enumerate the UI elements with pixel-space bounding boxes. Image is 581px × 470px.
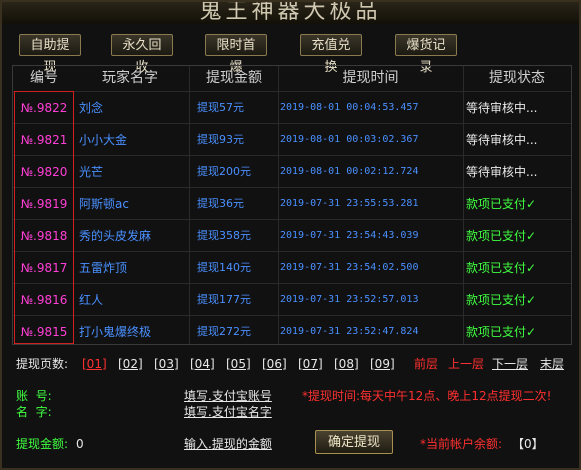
withdraw-window: 鬼王神器大极品 自助提现 永久回收 限时首爆 充值兑换 爆货记录 编号 玩家名字… [0, 0, 581, 470]
withdraw-status: 等待审核中... [466, 133, 538, 147]
page-link[interactable]: [01] [82, 356, 107, 372]
page-link[interactable]: [06] [262, 356, 287, 372]
withdraw-amount: 提现272元 [197, 325, 251, 338]
number-highlight-box [14, 91, 74, 344]
table-row: №.9819 阿斯顿ac 提现36元 2019-07-31 23:55:53.281 款… [13, 187, 571, 220]
player-name: 刘念 [79, 101, 104, 115]
permanent-recycle-button[interactable]: 永久回收 [111, 34, 173, 75]
player-name: 阿斯顿ac [79, 197, 129, 211]
withdraw-time: 2019-08-01 00:02:12.724 [280, 166, 419, 177]
withdraw-time: 2019-07-31 23:54:02.500 [280, 262, 419, 273]
account-label: 账 号: [16, 389, 52, 403]
first-page-link[interactable]: 前层 [414, 356, 438, 372]
withdraw-time: 2019-07-31 23:54:43.039 [280, 230, 419, 241]
table-row: №.9818 秀的头皮发麻 提现358元 2019-07-31 23:54:43.03… [13, 219, 571, 252]
page-link[interactable]: [08] [334, 356, 359, 372]
header-amount: 提现金额 [206, 70, 262, 86]
player-name: 秀的头皮发麻 [79, 229, 152, 243]
header-time: 提现时间 [342, 70, 399, 86]
title-bar: 鬼王神器大极品 [2, 2, 579, 24]
withdraw-status: 款项已支付✓ [466, 229, 537, 243]
withdraw-time: 2019-07-31 23:52:57.013 [280, 294, 419, 305]
withdraw-table: 编号 玩家名字 提现金额 提现时间 提现状态 №.9822 刘念 提现57元 2019… [12, 65, 572, 345]
withdraw-amount: 提现57元 [197, 101, 244, 114]
drop-records-button[interactable]: 爆货记录 [395, 34, 457, 75]
withdraw-amount: 提现200元 [197, 165, 251, 178]
withdraw-amount: 提现358元 [197, 229, 251, 242]
player-name: 五雷炸顶 [79, 261, 128, 275]
table-row: №.9820 光芒 提现200元 2019-08-01 00:02:12.724 等待审… [13, 155, 571, 188]
prev-page-link[interactable]: 上一层 [448, 356, 484, 372]
withdraw-amount: 提现36元 [197, 197, 244, 210]
withdraw-status: 款项已支付✓ [466, 325, 537, 339]
player-name: 小小大金 [79, 133, 128, 147]
player-name: 红人 [79, 293, 104, 307]
withdraw-status: 等待审核中... [466, 165, 538, 179]
player-name: 打小鬼爆终极 [79, 325, 152, 339]
limited-first-drop-button[interactable]: 限时首爆 [205, 34, 267, 75]
amount-label: 提现金额: [16, 437, 69, 451]
pager-label: 提现页数: [16, 357, 69, 371]
header-status: 提现状态 [489, 70, 545, 86]
amount-value[interactable]: 0 [76, 436, 84, 452]
withdraw-status: 等待审核中... [466, 101, 538, 115]
header-number: 编号 [30, 70, 58, 86]
table-row: №.9816 红人 提现177元 2019-07-31 23:52:57.013 款项已… [13, 283, 571, 316]
confirm-withdraw-button[interactable]: 确定提现 [315, 430, 393, 454]
table-row: №.9817 五雷炸顶 提现140元 2019-07-31 23:54:02.500 款… [13, 251, 571, 284]
input-amount-link[interactable]: 输入.提现的金额 [184, 436, 272, 452]
page-link[interactable]: [03] [154, 356, 179, 372]
fill-alipay-name-link[interactable]: 填写.支付宝名字 [184, 404, 272, 420]
page-link[interactable]: [05] [226, 356, 251, 372]
withdraw-status: 款项已支付✓ [466, 261, 537, 275]
page-link[interactable]: [09] [370, 356, 395, 372]
self-withdraw-button[interactable]: 自助提现 [19, 34, 81, 75]
next-page-link[interactable]: 下一层 [492, 356, 528, 372]
recharge-exchange-button[interactable]: 充值兑换 [300, 34, 362, 75]
withdraw-time: 2019-08-01 00:04:53.457 [280, 102, 419, 113]
header-player-name: 玩家名字 [102, 70, 158, 86]
table-row: №.9822 刘念 提现57元 2019-08-01 00:04:53.457 等待审核… [13, 91, 571, 124]
balance-value: 【0】 [512, 437, 544, 451]
withdraw-time-note: *提现时间:每天中午12点、晚上12点提现二次! [302, 389, 552, 403]
withdraw-status: 款项已支付✓ [466, 197, 537, 211]
withdraw-time: 2019-07-31 23:52:47.824 [280, 326, 419, 337]
withdraw-status: 款项已支付✓ [466, 293, 537, 307]
player-name: 光芒 [79, 165, 104, 179]
withdraw-amount: 提现140元 [197, 261, 251, 274]
withdraw-amount: 提现177元 [197, 293, 251, 306]
fill-alipay-account-link[interactable]: 填写.支付宝账号 [184, 388, 272, 404]
withdraw-time: 2019-08-01 00:03:02.367 [280, 134, 419, 145]
name-label: 名 字: [16, 405, 52, 419]
window-title: 鬼王神器大极品 [199, 2, 382, 24]
table-row: №.9815 打小鬼爆终极 提现272元 2019-07-31 23:52:47.82… [13, 315, 571, 348]
balance-label: *当前帐户余额: [420, 437, 503, 451]
page-link[interactable]: [04] [190, 356, 215, 372]
withdraw-amount: 提现93元 [197, 133, 244, 146]
page-link[interactable]: [02] [118, 356, 143, 372]
last-page-link[interactable]: 末层 [540, 356, 564, 372]
table-row: №.9821 小小大金 提现93元 2019-08-01 00:03:02.367 等待… [13, 123, 571, 156]
page-link[interactable]: [07] [298, 356, 323, 372]
withdraw-time: 2019-07-31 23:55:53.281 [280, 198, 419, 209]
